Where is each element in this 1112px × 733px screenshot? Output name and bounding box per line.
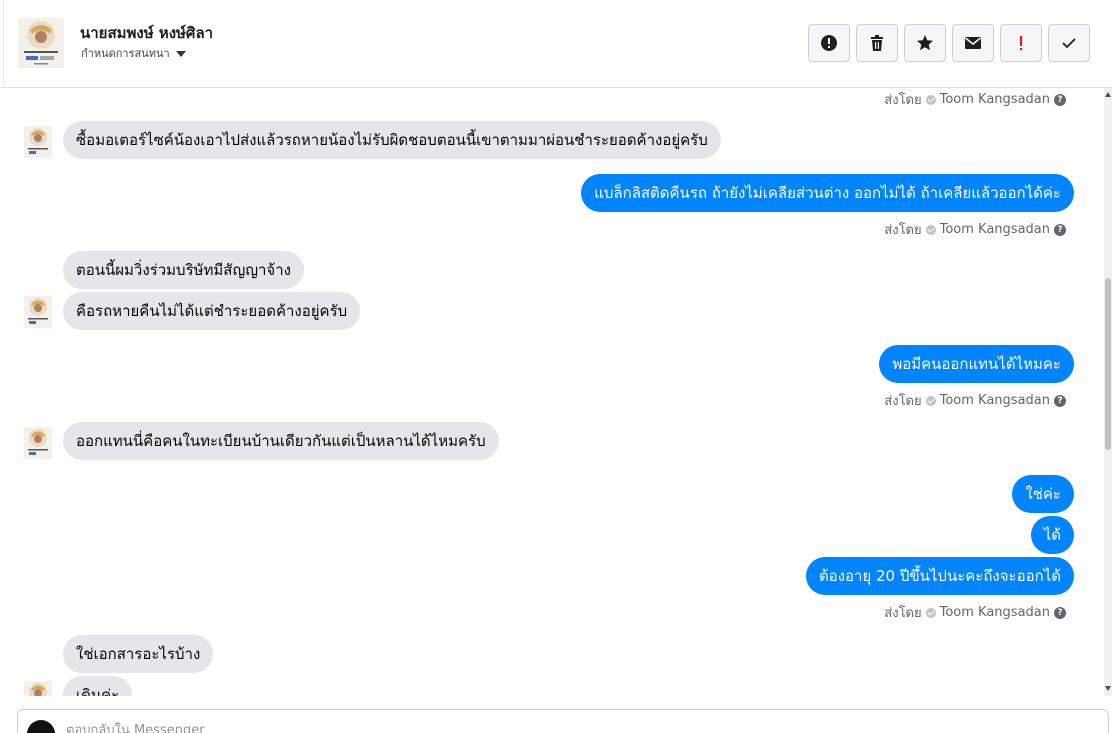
outgoing-message[interactable]: ได้ [1030, 516, 1074, 554]
delete-button[interactable] [856, 24, 898, 62]
outgoing-message[interactable]: ใช่ค่ะ [1012, 475, 1074, 513]
mark-done-button[interactable] [1048, 24, 1090, 62]
message-thread[interactable]: ส่งโดย Toom Kangsadan ? ซื้อมอเตอร์ไซค์น… [0, 88, 1104, 696]
help-icon[interactable]: ? [1054, 394, 1066, 407]
incoming-message[interactable]: ใช่เอกสารอะไรบ้าง [63, 635, 214, 673]
page-avatar [27, 720, 55, 733]
sent-by-info: ส่งโดย Toom Kangsadan ? [884, 390, 1066, 411]
conversation-settings-dropdown[interactable]: กำหนดการสนทนา [81, 44, 186, 62]
contact-avatar[interactable] [24, 126, 52, 158]
contact-avatar[interactable] [24, 427, 52, 459]
incoming-message[interactable]: คือรถหายคืนไม่ได้แต่ชำระยอดค้างอยู่ครับ [63, 292, 361, 330]
sent-by-info: ส่งโดย Toom Kangsadan ? [884, 219, 1066, 240]
outgoing-message[interactable]: พอมีคนออกแทนได้ไหมคะ [879, 345, 1074, 383]
sender-name[interactable]: Toom Kangsadan [940, 605, 1050, 620]
outgoing-message[interactable]: ต้องอายุ 20 ปีขึ้นไปนะคะถึงจะออกได้ [805, 557, 1074, 595]
conversation-settings-label: กำหนดการสนทนา [81, 47, 170, 60]
panel-divider [0, 0, 4, 88]
exclamation-icon [1020, 36, 1023, 51]
incoming-message[interactable]: ตอนนี้ผมวิ่งร่วมบริษัทมีสัญญาจ้าง [63, 251, 304, 289]
messenger-conversation: นายสมพงษ์ หงษ์ศิลา กำหนดการสนทนา ส่งโดย … [0, 0, 1112, 733]
reply-input[interactable] [66, 720, 666, 733]
sent-by-prefix: ส่งโดย [884, 606, 922, 621]
sender-name[interactable]: Toom Kangsadan [940, 222, 1050, 237]
star-icon [917, 35, 933, 51]
contact-avatar[interactable] [24, 296, 52, 328]
scroll-down-arrow-icon[interactable] [1105, 686, 1111, 691]
reply-composer [17, 709, 1109, 733]
incoming-message[interactable]: ออกแทนนี่คือคนในทะเบียนบ้านเดียวกันแต่เป… [63, 422, 499, 460]
caret-down-icon [175, 51, 186, 57]
check-icon [1062, 38, 1076, 49]
help-icon[interactable]: ? [1054, 93, 1066, 106]
verified-check-icon [925, 94, 936, 105]
outgoing-message[interactable]: แบล็กลิสติดคืนรถ ถ้ายังไม่เคลียส่วนต่าง … [581, 174, 1074, 212]
contact-avatar[interactable] [24, 681, 52, 696]
mark-important-button[interactable] [1000, 24, 1042, 62]
sent-by-info: ส่งโดย Toom Kangsadan ? [884, 89, 1066, 110]
envelope-icon [965, 37, 981, 49]
scroll-up-arrow-icon[interactable] [1105, 92, 1111, 97]
contact-name[interactable]: นายสมพงษ์ หงษ์ศิลา [80, 21, 213, 45]
help-icon[interactable]: ? [1054, 223, 1066, 236]
conversation-toolbar [808, 24, 1090, 62]
incoming-message[interactable]: เดินค่ะ [63, 676, 133, 696]
exclamation-circle-icon [821, 35, 837, 51]
sender-name[interactable]: Toom Kangsadan [940, 92, 1050, 107]
verified-check-icon [925, 607, 936, 618]
conversation-header: นายสมพงษ์ หงษ์ศิลา กำหนดการสนทนา [0, 0, 1112, 88]
trash-icon [871, 35, 883, 51]
sent-by-prefix: ส่งโดย [884, 223, 922, 238]
verified-check-icon [925, 224, 936, 235]
sent-by-prefix: ส่งโดย [884, 394, 922, 409]
incoming-message[interactable]: ซื้อมอเตอร์ไซค์น้องเอาไปส่งแล้วรถหายน้อง… [63, 121, 721, 159]
star-button[interactable] [904, 24, 946, 62]
contact-avatar[interactable] [18, 18, 64, 68]
verified-check-icon [925, 395, 936, 406]
sent-by-info: ส่งโดย Toom Kangsadan ? [884, 602, 1066, 623]
scrollbar-thumb[interactable] [1105, 278, 1111, 450]
sender-name[interactable]: Toom Kangsadan [940, 393, 1050, 408]
mark-spam-button[interactable] [808, 24, 850, 62]
sent-by-prefix: ส่งโดย [884, 93, 922, 108]
mark-unread-button[interactable] [952, 24, 994, 62]
help-icon[interactable]: ? [1054, 606, 1066, 619]
